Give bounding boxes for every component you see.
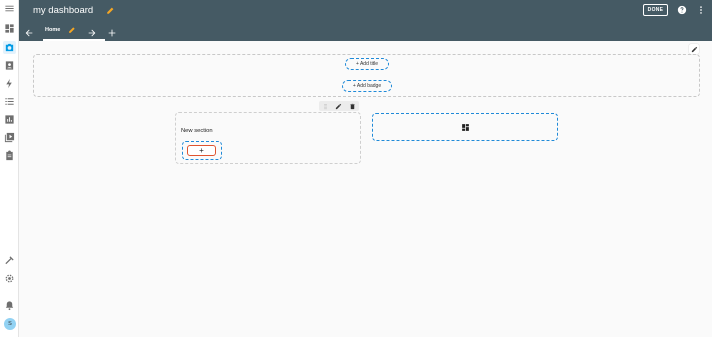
sidebar: S xyxy=(0,0,19,337)
edit-section-pencil-icon[interactable] xyxy=(335,103,342,110)
dashboard-icon[interactable] xyxy=(3,22,16,35)
create-section-button[interactable] xyxy=(372,113,558,141)
new-section-grid-icon xyxy=(461,123,469,131)
help-icon[interactable] xyxy=(677,5,687,15)
camera-icon[interactable] xyxy=(3,41,16,54)
more-options-icon[interactable] xyxy=(696,5,706,15)
lightning-icon[interactable] xyxy=(3,77,16,90)
add-card-button[interactable]: + xyxy=(187,145,216,156)
bell-icon[interactable] xyxy=(3,299,16,312)
list-icon[interactable] xyxy=(3,95,16,108)
media-icon[interactable] xyxy=(3,131,16,144)
edit-title-pencil-icon[interactable] xyxy=(106,5,116,15)
section-toolbar xyxy=(319,101,359,111)
add-badge-button[interactable]: + Add badge xyxy=(342,80,392,92)
menu-icon[interactable] xyxy=(3,2,16,15)
add-title-button[interactable]: + Add title xyxy=(345,58,389,70)
avatar[interactable]: S xyxy=(4,318,16,330)
done-button[interactable]: DONE xyxy=(643,4,668,16)
add-card-zone: + xyxy=(182,141,222,160)
edit-tab-pencil-icon[interactable] xyxy=(68,25,77,34)
clipboard-icon[interactable] xyxy=(3,149,16,162)
drag-handle-icon[interactable] xyxy=(322,103,329,110)
chart-icon[interactable] xyxy=(3,113,16,126)
edit-view-pencil-icon[interactable] xyxy=(689,44,699,54)
account-box-icon[interactable] xyxy=(3,59,16,72)
tab-home-label: Home xyxy=(45,27,61,33)
move-tab-left-arrow-icon[interactable] xyxy=(24,28,34,38)
page-title: my dashboard xyxy=(33,5,94,16)
delete-section-trash-icon[interactable] xyxy=(349,103,356,110)
section-title: New section xyxy=(181,128,213,134)
add-view-plus-icon[interactable] xyxy=(107,28,117,38)
active-tab-indicator xyxy=(43,39,105,41)
move-tab-right-arrow-icon[interactable] xyxy=(87,28,97,38)
view-header-zone: + Add title + Add badge xyxy=(33,54,700,97)
top-bar: my dashboard DONE Home xyxy=(19,0,712,41)
section-card: New section + xyxy=(175,112,361,164)
gear-icon[interactable] xyxy=(3,272,16,285)
hammer-icon[interactable] xyxy=(3,254,16,267)
